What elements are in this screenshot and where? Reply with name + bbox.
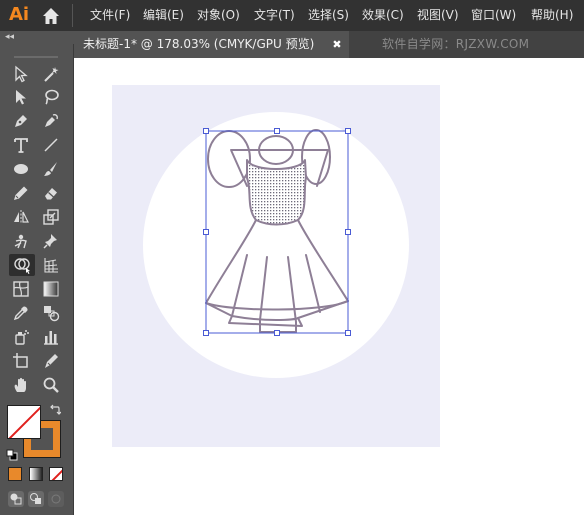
handle-top-left[interactable]: [203, 128, 209, 134]
dress-bodice: [246, 159, 307, 226]
handle-bottom-right[interactable]: [345, 330, 351, 336]
handle-top-center[interactable]: [274, 128, 280, 134]
handle-middle-left[interactable]: [203, 229, 209, 235]
handle-top-right[interactable]: [345, 128, 351, 134]
artwork: [143, 112, 409, 378]
handle-bottom-center[interactable]: [274, 330, 280, 336]
handle-bottom-left[interactable]: [203, 330, 209, 336]
background-circle: [143, 112, 409, 378]
handle-middle-right[interactable]: [345, 229, 351, 235]
